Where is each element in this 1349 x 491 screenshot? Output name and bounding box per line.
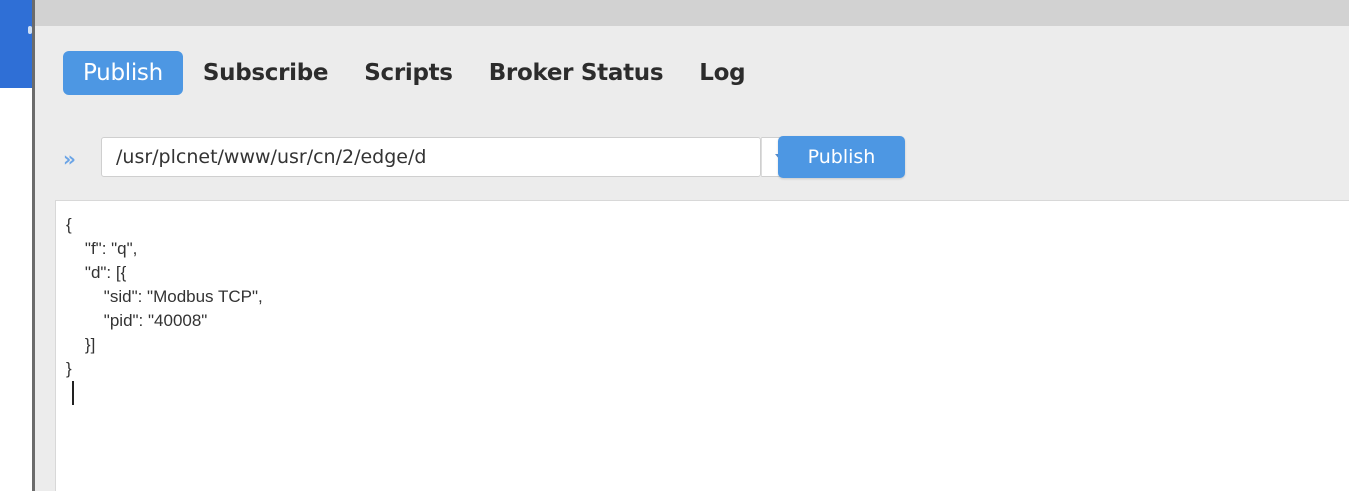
topic-input[interactable]: /usr/plcnet/www/usr/cn/2/edge/d (101, 137, 761, 177)
tab-subscribe[interactable]: Subscribe (203, 60, 329, 86)
top-bar (35, 0, 1349, 26)
message-payload[interactable]: { "f": "q", "d": [{ "sid": "Modbus TCP",… (56, 201, 1349, 381)
tab-log[interactable]: Log (699, 60, 745, 86)
tab-broker-status[interactable]: Broker Status (489, 60, 664, 86)
left-panel-accent (0, 0, 32, 88)
tab-publish[interactable]: Publish (63, 51, 183, 95)
left-panel-edge (0, 0, 32, 491)
tab-bar: Publish Subscribe Scripts Broker Status … (63, 48, 781, 98)
expand-chevron-icon[interactable]: » (63, 147, 76, 171)
mqtt-client-window: Publish Subscribe Scripts Broker Status … (35, 0, 1349, 491)
text-cursor (72, 381, 74, 405)
publish-button[interactable]: Publish (778, 136, 905, 178)
message-editor[interactable]: { "f": "q", "d": [{ "sid": "Modbus TCP",… (55, 200, 1349, 491)
tab-scripts[interactable]: Scripts (364, 60, 453, 86)
publish-toolbar: » /usr/plcnet/www/usr/cn/2/edge/d Publis… (35, 134, 1349, 184)
